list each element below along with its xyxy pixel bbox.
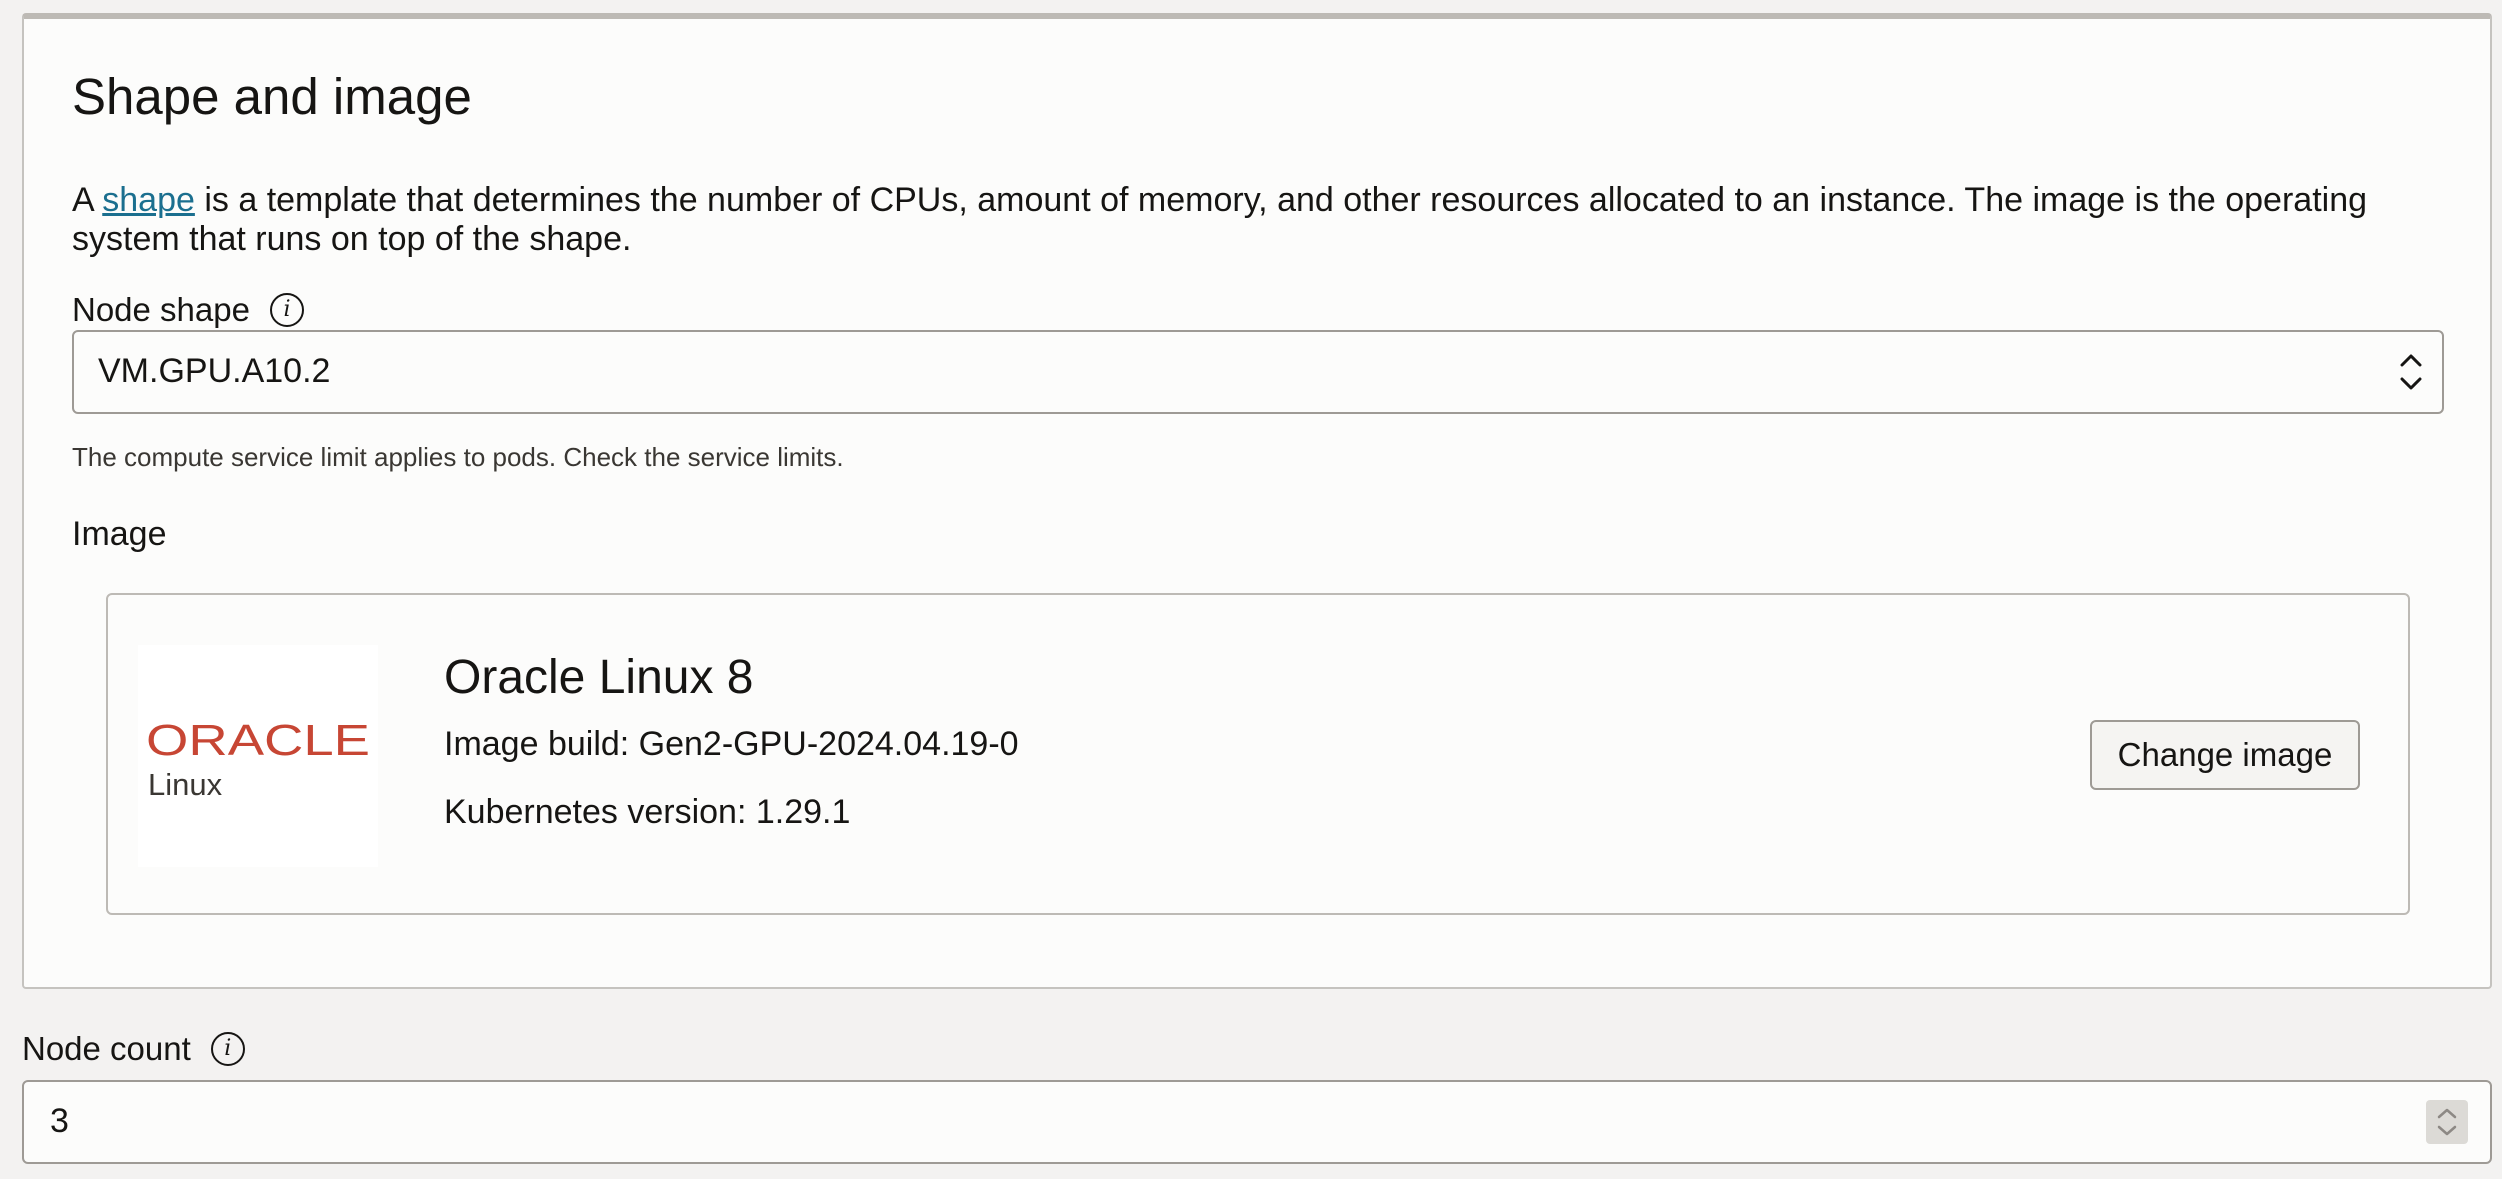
kubernetes-version: Kubernetes version: 1.29.1 (444, 793, 851, 831)
image-build: Image build: Gen2-GPU-2024.04.19-0 (444, 725, 1019, 763)
shape-and-image-panel: Shape and image A shape is a template th… (22, 13, 2492, 989)
node-shape-label-text: Node shape (72, 291, 250, 328)
node-shape-select[interactable]: VM.GPU.A10.2 (72, 330, 2444, 414)
node-shape-info-icon[interactable]: i (269, 293, 304, 327)
node-count-stepper[interactable] (2426, 1100, 2468, 1144)
shape-link[interactable]: shape (102, 181, 195, 219)
oracle-linux-logo: ORACLE Linux (138, 645, 378, 867)
stepper-arrows-icon (2437, 1108, 2457, 1136)
logo-brand-text: ORACLE (146, 716, 370, 765)
node-count-value: 3 (50, 1102, 69, 1140)
node-count-info-icon[interactable]: i (210, 1032, 245, 1066)
node-shape-help-text: The compute service limit applies to pod… (72, 442, 844, 472)
section-description: A shape is a template that determines th… (72, 181, 2432, 259)
chevron-up-down-icon (2400, 354, 2422, 390)
section-title: Shape and image (72, 68, 472, 125)
logo-product-text: Linux (148, 767, 223, 802)
description-prefix: A (72, 181, 103, 219)
node-count-label-text: Node count (22, 1030, 191, 1067)
node-count-input[interactable]: 3 (22, 1080, 2492, 1164)
image-name: Oracle Linux 8 (444, 651, 754, 704)
node-shape-label: Node shape i (72, 291, 304, 329)
node-shape-value: VM.GPU.A10.2 (98, 352, 331, 390)
image-label: Image (72, 515, 167, 553)
description-suffix: is a template that determines the number… (72, 181, 2368, 258)
image-card: ORACLE Linux Oracle Linux 8 Image build:… (106, 593, 2410, 915)
node-count-label: Node count i (22, 1030, 245, 1068)
change-image-button[interactable]: Change image (2090, 720, 2360, 790)
